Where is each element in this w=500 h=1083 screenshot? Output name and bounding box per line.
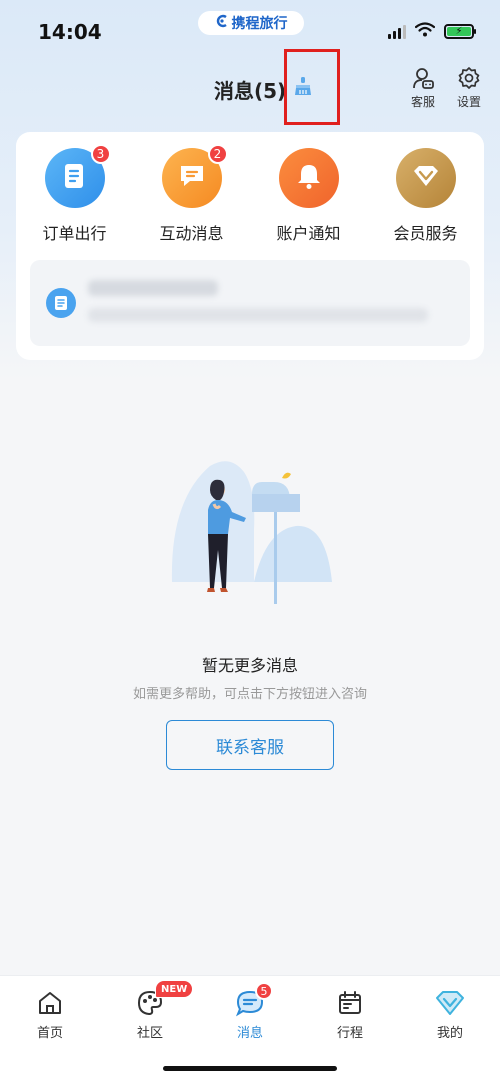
category-icon-circle: 2 <box>161 144 228 208</box>
tab-label: 首页 <box>36 1026 63 1041</box>
category-member-service[interactable]: 会员服务 <box>367 148 484 244</box>
tab-badge: 5 <box>255 982 273 1000</box>
category-icon-circle <box>278 148 339 208</box>
status-bar: 14:04 携程旅行 ⚡ <box>0 0 500 60</box>
customer-service-icon <box>411 66 435 93</box>
wifi-icon <box>414 22 436 41</box>
category-label: 会员服务 <box>393 224 458 243</box>
category-label: 互动消息 <box>159 224 224 243</box>
tab-label: 社区 <box>136 1026 163 1041</box>
diamond-icon <box>412 165 440 191</box>
page-title: 消息(5) <box>214 79 287 103</box>
settings-label: 设置 <box>456 95 481 109</box>
contact-customer-service-button[interactable]: 联系客服 <box>166 720 334 770</box>
tab-label: 我的 <box>436 1026 463 1041</box>
latest-message-preview[interactable] <box>30 260 470 346</box>
blurred-message-body <box>88 308 428 322</box>
message-category-card: 3 订单出行 2 互动消息 账户通知 会员服务 <box>16 132 484 360</box>
tab-community[interactable]: NEW 社区 <box>100 976 200 1041</box>
tab-profile[interactable]: 我的 <box>400 976 500 1041</box>
document-icon <box>46 288 76 318</box>
page-header: 消息(5) 客服 设置 <box>0 60 500 120</box>
category-icon-circle: 3 <box>44 144 111 208</box>
tab-itinerary[interactable]: 行程 <box>300 976 400 1041</box>
settings-button[interactable]: 设置 <box>449 66 489 110</box>
diamond-icon <box>435 988 465 1018</box>
brand-name: 携程旅行 <box>231 16 288 32</box>
chat-bubble-icon <box>178 163 206 193</box>
customer-service-button[interactable]: 客服 <box>403 66 443 110</box>
empty-mailbox-illustration <box>170 460 334 608</box>
message-icon: 5 <box>235 982 273 1018</box>
bell-icon <box>296 162 322 194</box>
cellular-signal-icon <box>388 24 406 39</box>
tab-home[interactable]: 首页 <box>0 976 100 1041</box>
new-badge: NEW <box>155 980 194 998</box>
empty-state-subtitle: 如需更多帮助，可点击下方按钮进入咨询 <box>132 687 367 702</box>
category-order-travel[interactable]: 3 订单出行 <box>16 144 133 244</box>
gear-icon <box>457 66 481 93</box>
category-row: 3 订单出行 2 互动消息 账户通知 会员服务 <box>16 144 484 244</box>
tab-messages[interactable]: 5 消息 <box>200 976 300 1041</box>
customer-service-label: 客服 <box>410 95 435 109</box>
document-icon <box>62 162 88 194</box>
category-interactions[interactable]: 2 互动消息 <box>133 144 250 244</box>
status-icons: ⚡ <box>388 22 476 41</box>
home-icon <box>35 988 65 1018</box>
category-badge: 2 <box>207 144 228 164</box>
category-icon-circle <box>395 148 456 208</box>
empty-state-title: 暂无更多消息 <box>201 656 298 675</box>
calendar-icon <box>335 988 365 1018</box>
ctrip-logo-icon <box>215 14 229 32</box>
status-time: 14:04 <box>38 20 102 44</box>
tab-label: 消息 <box>236 1026 263 1041</box>
battery-icon: ⚡ <box>444 24 476 39</box>
palette-icon: NEW <box>135 980 194 1018</box>
category-account-notice[interactable]: 账户通知 <box>250 148 367 244</box>
app-brand-pill: 携程旅行 <box>198 11 304 35</box>
category-label: 账户通知 <box>276 224 341 243</box>
category-label: 订单出行 <box>42 224 107 243</box>
home-indicator <box>163 1066 337 1071</box>
annotation-highlight-box <box>284 49 340 125</box>
tab-label: 行程 <box>336 1026 363 1041</box>
blurred-message-title <box>88 280 218 296</box>
category-badge: 3 <box>90 144 111 164</box>
